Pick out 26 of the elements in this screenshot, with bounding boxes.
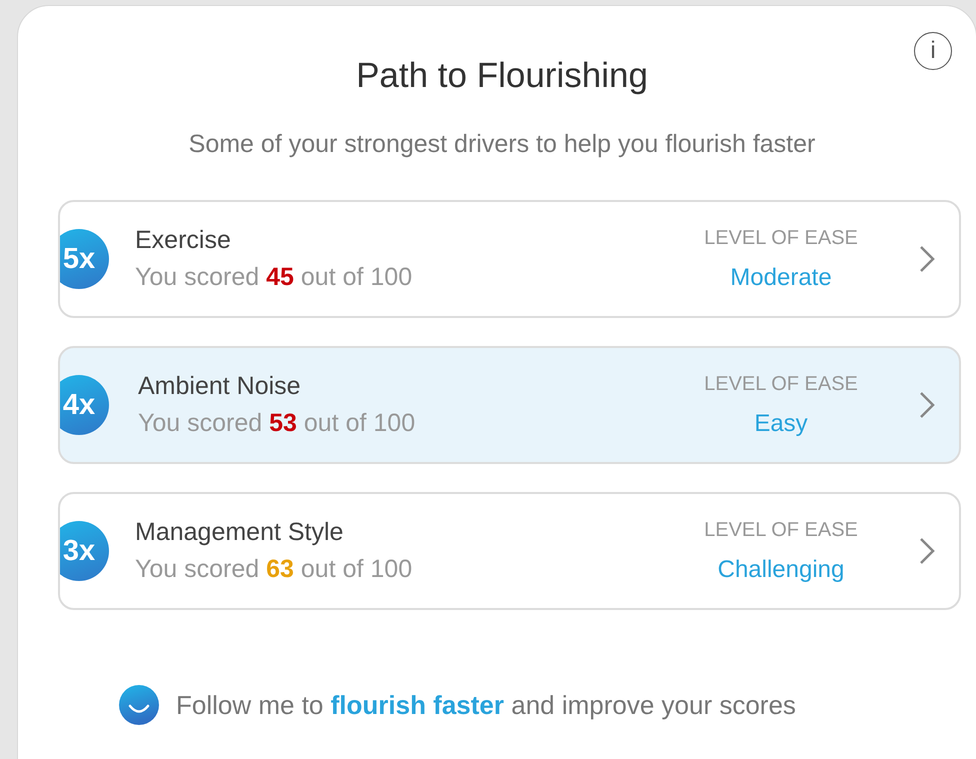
chevron-right-icon xyxy=(919,537,935,565)
driver-row[interactable]: 5x Exercise You scored 45 out of 100 LEVEL OF EASE Moderate xyxy=(58,200,961,318)
chevron-right-icon xyxy=(919,391,935,419)
multiplier-badge: 3x xyxy=(60,521,109,581)
driver-row[interactable]: 3x Management Style You scored 63 out of 100 LEVEL OF EASE Challenging xyxy=(58,492,961,610)
driver-name: Exercise xyxy=(135,226,232,255)
score-text: You scored 45 out of 100 xyxy=(135,263,414,292)
info-button[interactable]: i xyxy=(914,32,952,70)
multiplier-badge: 4x xyxy=(60,375,109,435)
driver-row[interactable]: 4x Ambient Noise You scored 53 out of 100 LEVEL OF EASE Easy xyxy=(58,346,961,464)
chevron-right-icon xyxy=(919,245,935,273)
ease-label: LEVEL OF EASE xyxy=(704,372,858,396)
ease-label: LEVEL OF EASE xyxy=(704,226,858,250)
multiplier-badge: 5x xyxy=(60,229,109,289)
driver-name: Ambient Noise xyxy=(138,372,302,401)
page-title: Path to Flourishing xyxy=(356,56,648,96)
subtitle: Some of your strongest drivers to help you flourish faster xyxy=(188,130,816,159)
ease-label: LEVEL OF EASE xyxy=(704,518,858,542)
ease-value: Moderate xyxy=(730,264,832,292)
smile-icon xyxy=(118,684,160,726)
driver-name: Management Style xyxy=(135,518,344,547)
ease-value: Challenging xyxy=(718,556,844,584)
score-text: You scored 53 out of 100 xyxy=(138,409,416,438)
footer-message: Follow me to flourish faster and improve your scores xyxy=(176,690,796,720)
score-text: You scored 63 out of 100 xyxy=(135,555,414,584)
ease-value: Easy xyxy=(754,410,808,438)
